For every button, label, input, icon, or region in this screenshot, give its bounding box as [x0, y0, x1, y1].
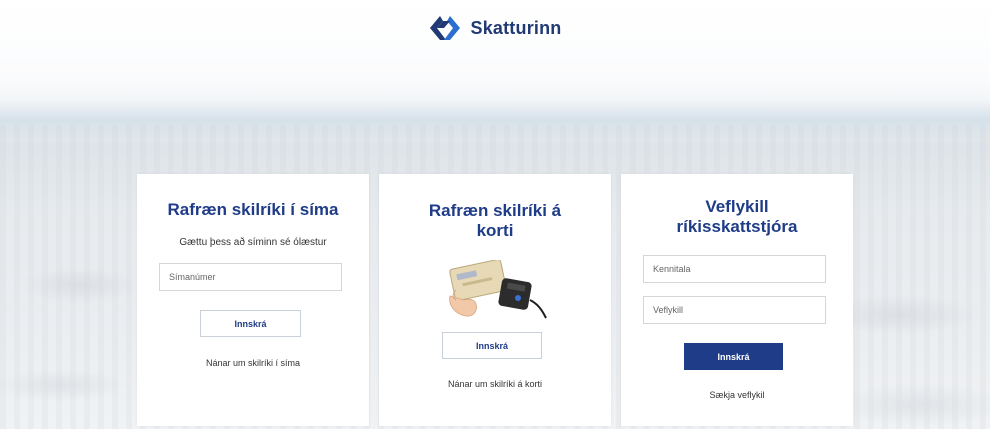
skatturinn-logo-icon	[430, 16, 461, 40]
brand-name: Skatturinn	[470, 17, 562, 38]
card-subtitle: Gættu þess að síminn sé ólæstur	[179, 237, 327, 248]
web-key-input[interactable]: Veflykill	[643, 296, 826, 324]
card-login-button[interactable]: Innskrá	[442, 332, 542, 359]
card-title: Veflykill ríkisskattstjóra	[631, 197, 843, 237]
card-title: Rafræn skilríki á korti	[389, 201, 601, 241]
web-key-login-button[interactable]: Innskrá	[684, 343, 783, 370]
phone-eid-info-link[interactable]: Nánar um skilríki í síma	[147, 358, 359, 368]
kennitala-placeholder: Kennitala	[653, 264, 691, 274]
web-key-placeholder: Veflykill	[653, 305, 684, 315]
card-eid-info-link[interactable]: Nánar um skilríki á korti	[389, 379, 601, 389]
card-title-line2: korti	[476, 221, 514, 240]
card-title: Rafræn skilríki í síma	[167, 200, 339, 219]
card-eid-card: Rafræn skilríki á korti Innskrá Nánar um…	[379, 174, 611, 426]
kennitala-input[interactable]: Kennitala	[643, 255, 826, 283]
web-key-card: Veflykill ríkisskattstjóra Kennitala Vef…	[621, 174, 853, 426]
phone-eid-card: Rafræn skilríki í síma Gættu þess að sím…	[137, 174, 369, 426]
phone-number-placeholder: Símanúmer	[169, 272, 216, 282]
get-web-key-link[interactable]: Sækja veflykil	[631, 390, 843, 400]
card-title-line1: Rafræn skilríki á	[428, 201, 562, 220]
card-title-line1: Veflykill	[705, 197, 769, 216]
phone-login-button[interactable]: Innskrá	[200, 310, 301, 337]
card-title-line2: ríkisskattstjóra	[676, 217, 798, 236]
phone-number-input[interactable]: Símanúmer	[159, 263, 342, 291]
header: Skatturinn	[0, 10, 990, 46]
card-reader-icon	[449, 260, 547, 319]
